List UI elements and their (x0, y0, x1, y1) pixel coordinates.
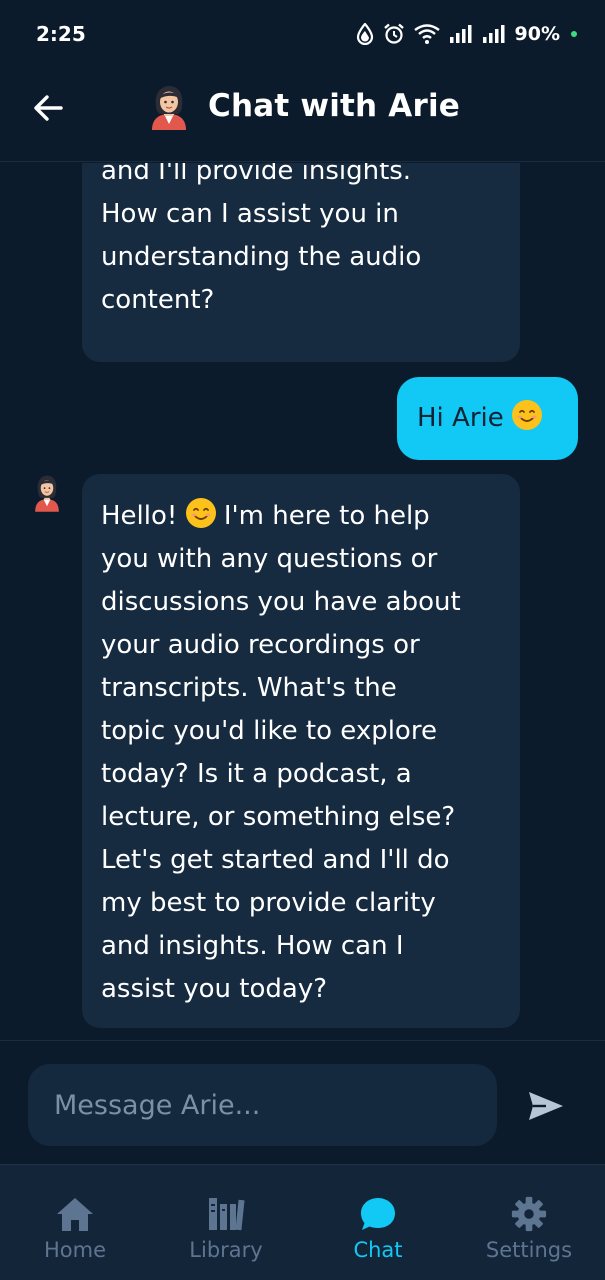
status-icons: 90% (356, 23, 577, 45)
assistant-message: Hello! I'm here to help you with any que… (82, 474, 520, 1028)
send-icon (526, 1092, 566, 1127)
nav-label: Settings (485, 1238, 573, 1262)
chat-bubble-icon (358, 1195, 398, 1233)
status-bar: 2:25 90% (0, 0, 605, 68)
user-message: Hi Arie (397, 377, 578, 460)
message-input[interactable] (28, 1064, 497, 1146)
assistant-avatar-icon (146, 84, 192, 130)
library-icon (206, 1195, 246, 1233)
status-time: 2:25 (36, 22, 86, 46)
nav-item-library[interactable]: Library (180, 1165, 272, 1280)
nav-label: Library (189, 1238, 263, 1262)
assistant-avatar-icon (31, 474, 63, 512)
smiling-emoji-icon (185, 498, 216, 528)
alarm-icon (383, 23, 405, 45)
nav-item-chat[interactable]: Chat (343, 1165, 413, 1280)
nav-item-home[interactable]: Home (35, 1165, 115, 1280)
message-text: Hi Arie (417, 403, 504, 433)
home-icon (55, 1195, 95, 1233)
battery-text: 90% (514, 23, 560, 45)
battery-dot-icon (571, 31, 577, 37)
message-composer (0, 1040, 605, 1164)
gear-icon (509, 1195, 549, 1233)
assistant-message: and I'll provide insights. How can I ass… (82, 163, 520, 362)
chat-screen: 2:25 90% Chat with Arie and I'll provide… (0, 0, 605, 1280)
back-button[interactable] (28, 90, 68, 130)
arrow-left-icon (33, 95, 63, 125)
smiling-emoji-icon (512, 400, 542, 430)
page-title: Chat with Arie (208, 88, 461, 124)
nav-item-settings[interactable]: Settings (481, 1165, 577, 1280)
message-text: and I'll provide insights. How can I ass… (101, 163, 422, 315)
send-button[interactable] (526, 1089, 568, 1125)
bottom-nav: Home Library Chat Settings (0, 1164, 605, 1280)
message-text: Hello! (101, 501, 186, 531)
chat-messages: and I'll provide insights. How can I ass… (0, 163, 605, 1040)
signal-icon (482, 24, 506, 44)
app-header: Chat with Arie (0, 68, 605, 162)
signal-icon (449, 24, 473, 44)
nav-label: Home (43, 1238, 106, 1262)
nav-label: Chat (353, 1238, 403, 1262)
message-text: I'm here to help you with any questions … (101, 501, 461, 1004)
wifi-icon (413, 24, 440, 44)
data-saver-icon (356, 23, 374, 45)
